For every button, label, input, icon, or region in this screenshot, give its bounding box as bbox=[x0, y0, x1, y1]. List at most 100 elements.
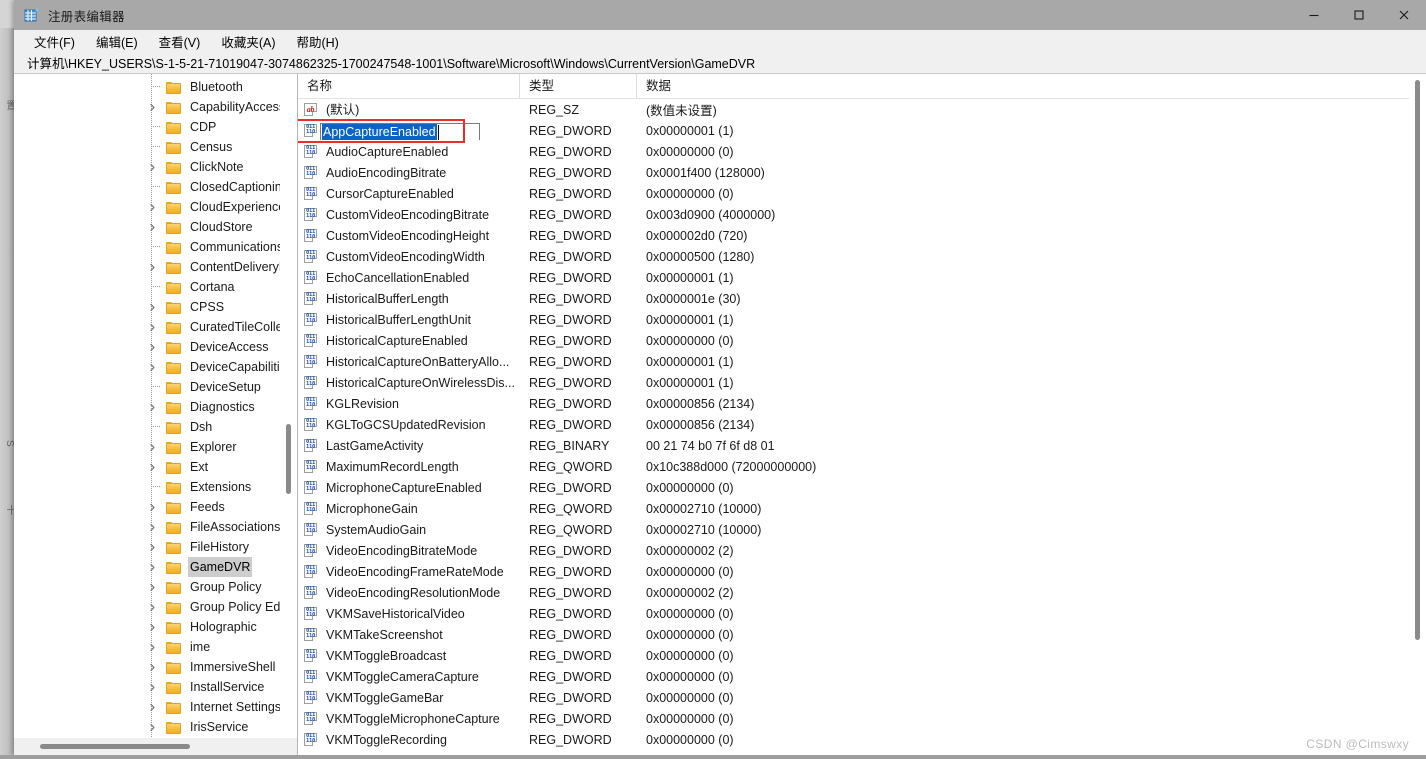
tree-item-group-policy-editor[interactable]: Group Policy Editor bbox=[14, 597, 297, 617]
menu-file[interactable]: 文件(F) bbox=[26, 30, 84, 53]
table-row[interactable]: 011110KGLRevisionREG_DWORD0x00000856 (21… bbox=[298, 393, 1426, 414]
table-row[interactable]: 011110VideoEncodingFrameRateModeREG_DWOR… bbox=[298, 561, 1426, 582]
value-name-cell[interactable]: 011110KGLToGCSUpdatedRevision bbox=[298, 416, 520, 434]
table-row[interactable]: 011110EchoCancellationEnabledREG_DWORD0x… bbox=[298, 267, 1426, 288]
chevron-right-icon[interactable] bbox=[144, 499, 160, 515]
value-name-cell[interactable]: 011110VKMSaveHistoricalVideo bbox=[298, 605, 520, 623]
value-name-cell[interactable]: 011110VKMToggleMicrophoneCapture bbox=[298, 710, 520, 728]
value-name-cell[interactable]: 011110HistoricalBufferLength bbox=[298, 290, 520, 308]
value-name-cell[interactable]: 011110AppCaptureEnabledAppCaptureEnabled bbox=[298, 122, 520, 140]
chevron-right-icon[interactable] bbox=[144, 619, 160, 635]
tree-item-cdp[interactable]: CDP bbox=[14, 117, 297, 137]
tree-item-devicesetup[interactable]: DeviceSetup bbox=[14, 377, 297, 397]
value-name-cell[interactable]: 011110LastGameActivity bbox=[298, 437, 520, 455]
menu-edit[interactable]: 编辑(E) bbox=[88, 30, 147, 53]
maximize-button[interactable] bbox=[1336, 0, 1381, 30]
value-name-cell[interactable]: 011110AudioCaptureEnabled bbox=[298, 143, 520, 161]
table-row[interactable]: 011110HistoricalBufferLengthREG_DWORD0x0… bbox=[298, 288, 1426, 309]
tree-item-cloudexperienceho[interactable]: CloudExperienceHo bbox=[14, 197, 297, 217]
chevron-right-icon[interactable] bbox=[144, 99, 160, 115]
chevron-right-icon[interactable] bbox=[144, 219, 160, 235]
tree-item-feeds[interactable]: Feeds bbox=[14, 497, 297, 517]
chevron-right-icon[interactable] bbox=[144, 699, 160, 715]
tree-item-installservice[interactable]: InstallService bbox=[14, 677, 297, 697]
column-header-data[interactable]: 数据 bbox=[637, 74, 1426, 98]
value-name-cell[interactable]: 011110CursorCaptureEnabled bbox=[298, 185, 520, 203]
table-row[interactable]: 011110HistoricalBufferLengthUnitREG_DWOR… bbox=[298, 309, 1426, 330]
tree-item-contentdeliverymar[interactable]: ContentDeliveryMar bbox=[14, 257, 297, 277]
chevron-right-icon[interactable] bbox=[144, 439, 160, 455]
tree-item-internet-settings[interactable]: Internet Settings bbox=[14, 697, 297, 717]
table-row[interactable]: 011110VKMTakeScreenshotREG_DWORD0x000000… bbox=[298, 624, 1426, 645]
value-name-cell[interactable]: 011110HistoricalCaptureOnWirelessDis... bbox=[298, 374, 520, 392]
values-vertical-scroll-thumb[interactable] bbox=[1415, 80, 1420, 640]
value-name-cell[interactable]: 011110SystemAudioGain bbox=[298, 521, 520, 539]
values-vertical-scrollbar[interactable] bbox=[1409, 74, 1426, 755]
tree-vertical-scrollbar[interactable] bbox=[280, 74, 297, 738]
table-row[interactable]: 011110VKMToggleCameraCaptureREG_DWORD0x0… bbox=[298, 666, 1426, 687]
menu-favorites[interactable]: 收藏夹(A) bbox=[213, 30, 284, 53]
tree-item-devicecapabilities[interactable]: DeviceCapabilities bbox=[14, 357, 297, 377]
table-row[interactable]: 011110HistoricalCaptureOnWirelessDis...R… bbox=[298, 372, 1426, 393]
value-name-cell[interactable]: 011110HistoricalCaptureEnabled bbox=[298, 332, 520, 350]
tree-item-gamedvr[interactable]: GameDVR bbox=[14, 557, 297, 577]
chevron-right-icon[interactable] bbox=[144, 599, 160, 615]
chevron-right-icon[interactable] bbox=[144, 639, 160, 655]
table-row[interactable]: 011110CustomVideoEncodingWidthREG_DWORD0… bbox=[298, 246, 1426, 267]
table-row[interactable]: 011110VKMToggleRecordingREG_DWORD0x00000… bbox=[298, 729, 1426, 750]
chevron-right-icon[interactable] bbox=[144, 159, 160, 175]
value-name-cell[interactable]: 011110VideoEncodingBitrateMode bbox=[298, 542, 520, 560]
rename-input[interactable]: AppCaptureEnabled bbox=[320, 123, 480, 140]
table-row[interactable]: 011110HistoricalCaptureOnBatteryAllo...R… bbox=[298, 351, 1426, 372]
value-name-cell[interactable]: 011110VideoEncodingFrameRateMode bbox=[298, 563, 520, 581]
value-name-cell[interactable]: ab(默认) bbox=[298, 101, 520, 119]
chevron-right-icon[interactable] bbox=[144, 519, 160, 535]
value-name-cell[interactable]: 011110VKMToggleRecording bbox=[298, 731, 520, 749]
chevron-right-icon[interactable] bbox=[144, 679, 160, 695]
tree-item-bluetooth[interactable]: Bluetooth bbox=[14, 77, 297, 97]
table-row[interactable]: 011110VKMToggleBroadcastREG_DWORD0x00000… bbox=[298, 645, 1426, 666]
value-name-cell[interactable]: 011110HistoricalBufferLengthUnit bbox=[298, 311, 520, 329]
tree-item-explorer[interactable]: Explorer bbox=[14, 437, 297, 457]
tree-item-irisservice[interactable]: IrisService bbox=[14, 717, 297, 737]
value-name-cell[interactable]: 011110HistoricalCaptureOnBatteryAllo... bbox=[298, 353, 520, 371]
table-row[interactable]: 011110MicrophoneGainREG_QWORD0x00002710 … bbox=[298, 498, 1426, 519]
tree-item-holographic[interactable]: Holographic bbox=[14, 617, 297, 637]
table-row[interactable]: 011110AppCaptureEnabledAppCaptureEnabled… bbox=[298, 120, 1426, 141]
chevron-right-icon[interactable] bbox=[144, 579, 160, 595]
tree-item-dsh[interactable]: Dsh bbox=[14, 417, 297, 437]
address-bar[interactable]: 计算机\HKEY_USERS\S-1-5-21-71019047-3074862… bbox=[14, 52, 1426, 74]
value-name-cell[interactable]: 011110AudioEncodingBitrate bbox=[298, 164, 520, 182]
value-name-cell[interactable]: 011110VKMToggleGameBar bbox=[298, 689, 520, 707]
table-row[interactable]: 011110MicrophoneCaptureEnabledREG_DWORD0… bbox=[298, 477, 1426, 498]
column-header-name[interactable]: 名称 bbox=[298, 74, 520, 98]
tree-item-deviceaccess[interactable]: DeviceAccess bbox=[14, 337, 297, 357]
table-row[interactable]: 011110VideoEncodingResolutionModeREG_DWO… bbox=[298, 582, 1426, 603]
table-row[interactable]: 011110KGLToGCSUpdatedRevisionREG_DWORD0x… bbox=[298, 414, 1426, 435]
table-row[interactable]: 011110AudioEncodingBitrateREG_DWORD0x000… bbox=[298, 162, 1426, 183]
value-name-cell[interactable]: 011110CustomVideoEncodingBitrate bbox=[298, 206, 520, 224]
tree-item-immersiveshell[interactable]: ImmersiveShell bbox=[14, 657, 297, 677]
tree-vertical-scroll-thumb[interactable] bbox=[286, 424, 291, 494]
tree-item-curatedtilecollectio[interactable]: CuratedTileCollectio bbox=[14, 317, 297, 337]
tree-item-ext[interactable]: Ext bbox=[14, 457, 297, 477]
menu-view[interactable]: 查看(V) bbox=[151, 30, 210, 53]
value-name-cell[interactable]: 011110EchoCancellationEnabled bbox=[298, 269, 520, 287]
chevron-right-icon[interactable] bbox=[144, 659, 160, 675]
title-bar[interactable]: 注册表编辑器 bbox=[14, 0, 1426, 30]
tree-item-cortana[interactable]: Cortana bbox=[14, 277, 297, 297]
tree-item-fileassociations[interactable]: FileAssociations bbox=[14, 517, 297, 537]
background-window-sliver[interactable]: 置 S 十 bbox=[0, 0, 15, 759]
tree-item-closedcaptioning[interactable]: ClosedCaptioning bbox=[14, 177, 297, 197]
chevron-right-icon[interactable] bbox=[144, 359, 160, 375]
chevron-right-icon[interactable] bbox=[144, 399, 160, 415]
value-name-cell[interactable]: 011110MicrophoneGain bbox=[298, 500, 520, 518]
tree-item-diagnostics[interactable]: Diagnostics bbox=[14, 397, 297, 417]
value-name-cell[interactable]: 011110MaximumRecordLength bbox=[298, 458, 520, 476]
table-row[interactable]: 011110VKMToggleGameBarREG_DWORD0x0000000… bbox=[298, 687, 1426, 708]
value-name-cell[interactable]: 011110VideoEncodingResolutionMode bbox=[298, 584, 520, 602]
column-header-type[interactable]: 类型 bbox=[520, 74, 637, 98]
tree-item-census[interactable]: Census bbox=[14, 137, 297, 157]
tree-item-filehistory[interactable]: FileHistory bbox=[14, 537, 297, 557]
value-name-cell[interactable]: 011110KGLRevision bbox=[298, 395, 520, 413]
